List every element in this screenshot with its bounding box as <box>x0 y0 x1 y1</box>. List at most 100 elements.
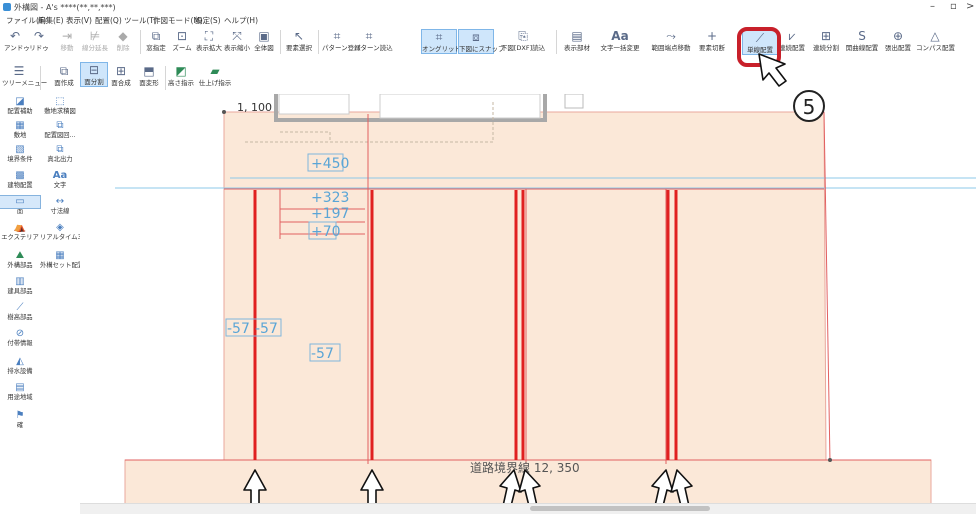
building-icon: ▩ <box>15 170 25 181</box>
sidebar-item-attached-info[interactable]: ⊘ 付帯情報 <box>0 328 40 348</box>
height-label[interactable]: +323 <box>311 190 349 206</box>
confirm-icon: ⚑ <box>15 410 25 421</box>
height-label[interactable]: +450 <box>311 156 349 172</box>
move-button[interactable]: ⇥ 移動 <box>56 29 78 52</box>
sidebar-item-exterior-set[interactable]: ▦ 外構セット配置 <box>40 250 84 270</box>
sidebar-item-zoning[interactable]: ▤ 用途地域 <box>0 382 40 402</box>
sidebar-item-site[interactable]: ▦ 敷地 <box>0 120 40 140</box>
select-element-button[interactable]: ↖ 要素選択 <box>284 29 314 52</box>
fit-all-button[interactable]: ▣ 全体図 <box>252 29 276 52</box>
finish-button[interactable]: ▰ 仕上げ指示 <box>198 64 232 87</box>
pattern-register-icon: ⌗ <box>333 29 341 43</box>
drawing-canvas[interactable]: +450 +323 +197 +70 -57 -57 -57 1, 100 道路… <box>80 94 976 503</box>
face-icon: ▭ <box>0 195 41 209</box>
sidebar-item-site-area[interactable]: ⬚ 敷地求積図 <box>40 96 80 116</box>
compass-button[interactable]: △ コンパス配置 <box>916 29 955 52</box>
toolbar-separator <box>40 66 41 90</box>
menu-tool[interactable]: ツール(T) <box>124 15 157 26</box>
sidebar-item-building[interactable]: ▩ 建物配置 <box>0 170 40 190</box>
scrollbar-thumb[interactable] <box>530 506 710 511</box>
sidebar-item-confirm[interactable]: ⚑ 確 <box>0 410 40 430</box>
select-arrow-icon: ↖ <box>293 29 305 43</box>
height-label[interactable]: -57 <box>311 346 334 362</box>
fit-all-icon: ▣ <box>258 29 270 43</box>
menu-edit[interactable]: 編集(E) <box>38 15 64 26</box>
create-face-button[interactable]: ⧉ 面作成 <box>50 64 78 87</box>
window-select-button[interactable]: ⧉ 窓指定 <box>144 29 168 52</box>
height-icon: ◩ <box>175 64 187 78</box>
sidebar-item-exterior-parts[interactable]: ⛰ 外構部品 <box>0 250 40 270</box>
toolbar-separator <box>318 30 319 54</box>
open-curve-button[interactable]: S 開曲線配置 <box>844 29 880 52</box>
snap-underlay-icon: ⧈ <box>472 30 480 44</box>
pattern-register-button[interactable]: ⌗ パターン登録 <box>322 29 361 52</box>
open-curve-icon: S <box>858 29 866 43</box>
site-area-icon: ⬚ <box>55 96 65 107</box>
continuous-split-button[interactable]: ⊞ 連続分割 <box>810 29 842 52</box>
display-parts-button[interactable]: ▤ 表示部材 <box>562 29 592 52</box>
range-move-button[interactable]: ⤳ 範囲端点移動 <box>648 29 694 52</box>
dimension-icon: ↔ <box>55 196 65 207</box>
sidebar-item-face[interactable]: ▭ 面 <box>0 195 41 216</box>
overhang-button[interactable]: ⊕ 張出配置 <box>882 29 914 52</box>
undo-button[interactable]: ↶ アンドゥ <box>4 29 30 52</box>
snap-underlay-toggle[interactable]: ⧈ 下図にスナップ <box>458 29 505 54</box>
sidebar-item-boundary[interactable]: ▧ 境界条件 <box>0 144 40 164</box>
tree-parts-icon: ⟋ <box>16 302 24 313</box>
height-label[interactable]: -57 <box>255 321 278 337</box>
height-label[interactable]: +70 <box>311 224 341 240</box>
range-move-icon: ⤳ <box>666 29 676 43</box>
sidebar-item-realtime-3d[interactable]: ◈ リアルタイム3D... <box>40 222 92 242</box>
menu-help[interactable]: ヘルプ(H) <box>224 15 258 26</box>
sidebar-item-true-north[interactable]: ⧉ 真北出力 <box>40 144 80 164</box>
restore-button[interactable]: ▫ <box>950 1 957 12</box>
ribbon-toolbar: ↶ アンドゥ ↷ リドゥ ⇥ 移動 ⊭ 線分延長 ◆ 削除 ⧉ 窓指定 ⊡ ズーム ⛶ 表示拡大… <box>0 26 976 95</box>
exterior-parts-icon: ⛰ <box>15 250 25 261</box>
extend-button[interactable]: ⊭ 線分延長 <box>80 29 110 52</box>
zoom-icon: ⊡ <box>176 29 188 43</box>
sidebar-item-dimension[interactable]: ↔ 寸法線 <box>40 196 80 216</box>
redo-button[interactable]: ↷ リドゥ <box>28 29 50 52</box>
zoom-in-button[interactable]: ⛶ 表示拡大 <box>196 29 222 52</box>
sidebar-item-placement-aid[interactable]: ◪ 配置補助 <box>0 96 40 116</box>
zoom-button[interactable]: ⊡ ズーム <box>170 29 194 52</box>
deform-face-button[interactable]: ⬒ 面変形 <box>136 64 162 87</box>
split-face-button[interactable]: ⊟ 面分割 <box>80 62 108 87</box>
overhang-icon: ⊕ <box>892 29 904 43</box>
text-icon: Aa <box>52 170 68 181</box>
sidebar-item-drainage[interactable]: ◭ 排水設備 <box>0 356 40 376</box>
height-label[interactable]: +197 <box>311 206 349 222</box>
merge-face-button[interactable]: ⊞ 面合成 <box>108 64 134 87</box>
site-icon: ▦ <box>15 120 25 131</box>
window-select-icon: ⧉ <box>151 29 161 43</box>
on-grid-toggle[interactable]: ⌗ オングリッド <box>421 29 461 54</box>
cut-element-button[interactable]: + 要素切断 <box>696 29 728 52</box>
more-button[interactable]: > <box>966 1 974 12</box>
zoom-in-icon: ⛶ <box>204 29 214 43</box>
sidebar-item-fitting-parts[interactable]: ▥ 建具部品 <box>0 276 40 296</box>
minimize-button[interactable]: – <box>930 1 935 12</box>
sidebar-item-tree-parts[interactable]: ⟋ 樹高部品 <box>0 302 40 322</box>
dxf-import-button[interactable]: ⎘ 下図[DXF]読込 <box>500 29 546 52</box>
height-button[interactable]: ◩ 高さ指示 <box>166 64 196 87</box>
pattern-load-button[interactable]: ⌗ パターン読込 <box>354 29 393 52</box>
sidebar-item-layout-rotate[interactable]: ⧉ 配置図回... <box>40 120 80 140</box>
menu-settings[interactable]: 設定(S) <box>195 15 221 26</box>
sidebar-item-exterior[interactable]: ⛺ エクステリア <box>0 222 40 242</box>
sidebar-item-text[interactable]: Aa 文字 <box>40 170 80 190</box>
zoom-out-button[interactable]: ⤧ 表示縮小 <box>224 29 250 52</box>
vertex-point[interactable] <box>222 110 226 114</box>
display-parts-icon: ▤ <box>571 29 583 43</box>
tree-menu-button[interactable]: ☰ ツリーメニュー <box>2 64 47 87</box>
text-change-button[interactable]: Aa 文字一括変更 <box>600 29 640 52</box>
split-face-icon: ⊟ <box>88 63 100 77</box>
vertex-point[interactable] <box>828 458 832 462</box>
horizontal-scrollbar[interactable] <box>80 503 976 514</box>
height-label[interactable]: -57 <box>227 321 250 337</box>
menu-view[interactable]: 表示(V) <box>66 15 92 26</box>
dimension-text[interactable]: 1, 100 <box>237 101 272 114</box>
drawing-svg[interactable]: +450 +323 +197 +70 -57 -57 -57 1, 100 道路… <box>80 94 976 503</box>
continuous-split-icon: ⊞ <box>820 29 832 43</box>
menu-place[interactable]: 配置(Q) <box>95 15 122 26</box>
delete-button[interactable]: ◆ 削除 <box>112 29 134 52</box>
